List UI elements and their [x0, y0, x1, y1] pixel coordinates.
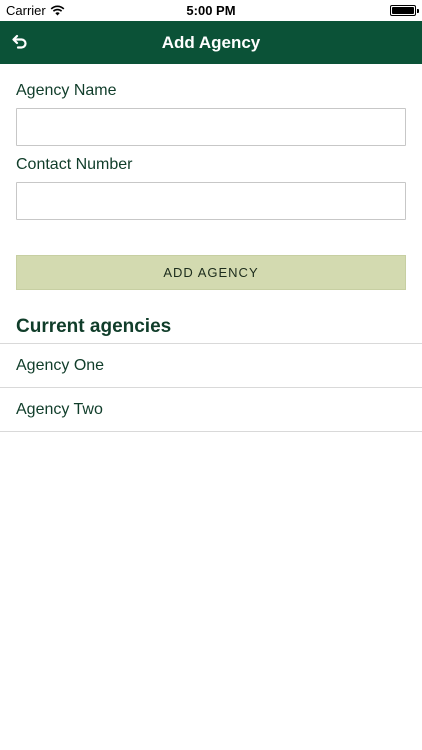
agency-name-input[interactable] [16, 108, 406, 146]
current-agencies-heading: Current agencies [16, 316, 172, 337]
navigation-bar: Add Agency [0, 21, 422, 64]
agency-list: Agency One Agency Two [0, 343, 422, 432]
agency-name-label: Agency Name [16, 82, 117, 99]
contact-number-input[interactable] [16, 182, 406, 220]
clock: 5:00 PM [186, 3, 236, 18]
list-item[interactable]: Agency Two [0, 388, 422, 432]
status-bar: Carrier 5:00 PM [0, 0, 422, 21]
add-agency-button[interactable]: ADD AGENCY [16, 255, 406, 290]
list-item[interactable]: Agency One [0, 344, 422, 388]
page-title: Add Agency [161, 32, 261, 52]
battery-icon [390, 5, 419, 16]
contact-number-label: Contact Number [16, 156, 133, 173]
add-agency-form: Agency Name Contact Number ADD AGENCY [0, 82, 422, 290]
undo-arrow-icon[interactable] [8, 30, 32, 54]
